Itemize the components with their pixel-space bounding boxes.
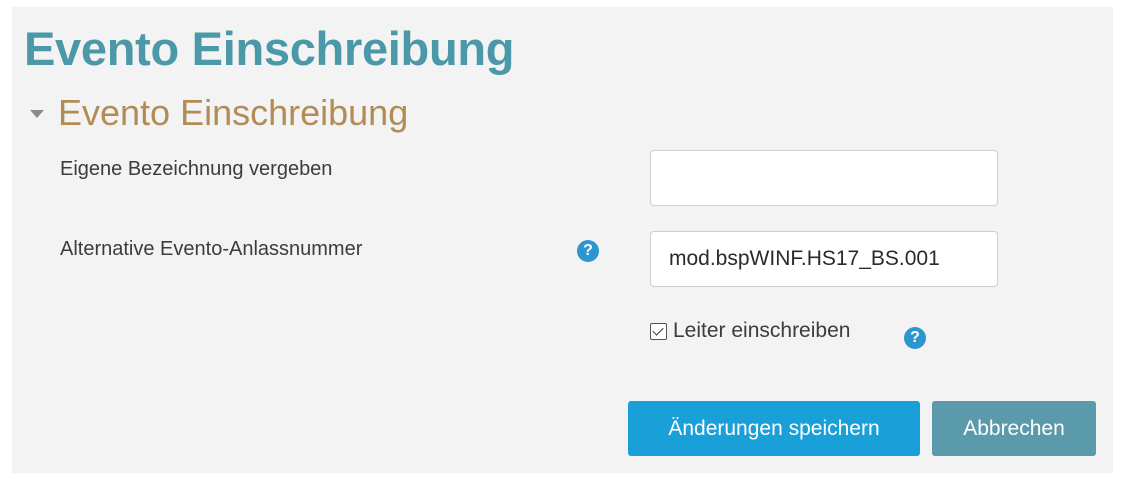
custom-name-label: Eigene Bezeichnung vergeben [60,158,333,180]
form-panel: Evento Einschreibung Evento Einschreibun… [12,7,1113,473]
section-title: Evento Einschreibung [58,92,409,133]
alt-number-input[interactable] [650,231,998,287]
question-circle-icon[interactable]: ? [577,240,599,262]
section-toggle[interactable]: Evento Einschreibung [30,91,408,135]
question-circle-icon[interactable]: ? [904,327,926,349]
page-title: Evento Einschreibung [24,22,515,75]
enrol-leader-row: Leiter einschreiben [650,318,850,344]
caret-down-icon [30,110,44,118]
enrol-leader-checkbox[interactable] [650,322,667,340]
save-button[interactable]: Änderungen speichern [628,401,920,456]
alt-number-label: Alternative Evento-Anlassnummer [60,238,363,260]
enrol-leader-label[interactable]: Leiter einschreiben [673,318,850,344]
cancel-button[interactable]: Abbrechen [932,401,1096,456]
custom-name-input[interactable] [650,150,998,206]
